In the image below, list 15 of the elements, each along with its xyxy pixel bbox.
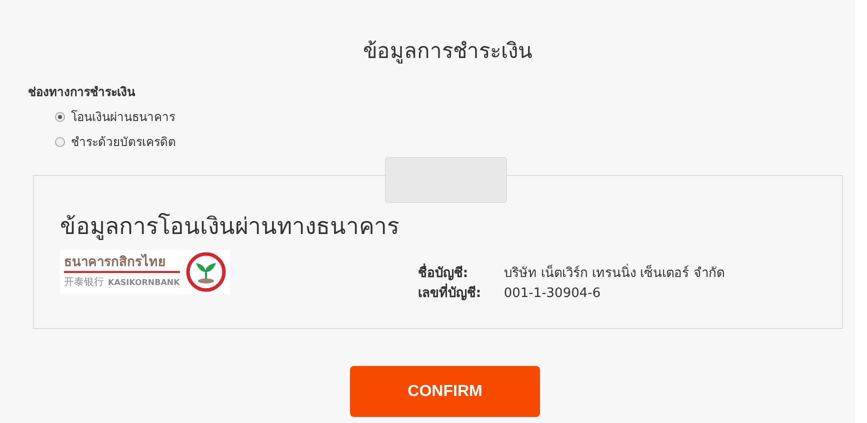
logo-text: ธนาคารกสิกรไทย — [64, 255, 180, 273]
radio-icon[interactable] — [55, 112, 65, 122]
field-value: บริษัท เน็ตเวิร์ก เทรนนิ่ง เซ็นเตอร์ จำกัด — [504, 264, 724, 284]
radio-option[interactable]: ชำระด้วยบัตรเครดิต — [55, 132, 176, 151]
card-title: ข้อมูลการโอนเงินผ่านทางธนาคาร — [60, 212, 400, 242]
field-value: 001-1-30904-6 — [504, 285, 601, 303]
field-label: ชื่อบัญชี: — [418, 264, 504, 284]
logo-text: KASIKORNBANK — [108, 278, 180, 286]
confirm-button[interactable]: CONFIRM — [350, 366, 540, 417]
logo-text: 开泰银行 — [64, 276, 104, 289]
radio-icon[interactable] — [55, 136, 65, 146]
radio-option[interactable]: โอนเงินผ่านธนาคาร — [55, 107, 175, 126]
page-title: ข้อมูลการชำระเงิน — [362, 38, 533, 66]
section-label: ช่องทางการชำระเงิน — [28, 84, 136, 101]
field-label: เลขที่บัญชี: — [418, 284, 504, 304]
